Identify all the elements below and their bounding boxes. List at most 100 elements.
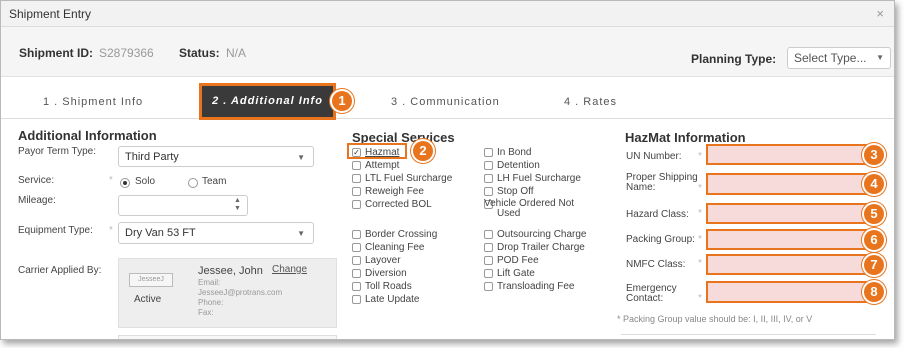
checkbox-icon [352, 187, 361, 196]
checkbox-label: Diversion [365, 268, 407, 279]
special-services-col2b: Outsourcing Charge Drop Trailer Charge P… [484, 228, 587, 293]
un-number-input[interactable]: 3 [706, 144, 884, 165]
required-marker: * [698, 183, 702, 194]
mileage-input[interactable] [118, 195, 248, 216]
checkbox-pod-fee[interactable]: POD Fee [484, 254, 587, 267]
payor-term-label: Payor Term Type: [18, 146, 96, 157]
tab-additional-info[interactable]: 2 . Additional Info [199, 83, 336, 120]
proper-shipping-name-label: Proper Shipping Name: [626, 172, 698, 193]
chevron-down-icon: ▼ [876, 53, 884, 62]
checkbox-label: POD Fee [497, 255, 539, 266]
tab-rates[interactable]: 4 . Rates [564, 96, 617, 108]
divider [621, 334, 876, 335]
tab-communication[interactable]: 3 . Communication [391, 96, 500, 108]
callout-badge-8: 8 [864, 282, 884, 302]
checkbox-icon [484, 161, 493, 170]
checkbox-icon [352, 161, 361, 170]
radio-team[interactable] [188, 175, 198, 193]
checkbox-toll-roads[interactable]: Toll Roads [352, 280, 437, 293]
service-solo-label: Solo [135, 176, 156, 187]
next-carrier-card [118, 335, 337, 339]
status-value: N/A [226, 46, 247, 60]
checkbox-in-bond[interactable]: In Bond [484, 146, 594, 159]
payor-term-select[interactable]: Third Party ▼ [118, 146, 314, 167]
tab-shipment-info[interactable]: 1 . Shipment Info [43, 96, 143, 108]
checkbox-diversion[interactable]: Diversion [352, 267, 437, 280]
checkbox-label: In Bond [497, 147, 532, 158]
checkbox-checked-icon: ✓ [352, 148, 361, 157]
planning-type-select[interactable]: Select Type... ▼ [787, 47, 891, 69]
checkbox-icon [352, 200, 361, 209]
packing-group-input[interactable]: 6 [706, 229, 884, 250]
checkbox-icon [484, 256, 493, 265]
required-marker: * [698, 208, 702, 219]
equipment-type-select[interactable]: Dry Van 53 FT ▼ [118, 222, 314, 244]
shipment-id-value: S2879366 [99, 46, 154, 60]
checkbox-label: Vehicle Ordered Not Used [484, 198, 575, 219]
un-number-label: UN Number: [626, 151, 682, 162]
checkbox-label: Outsourcing Charge [497, 229, 587, 240]
checkbox-outsourcing[interactable]: Outsourcing Charge [484, 228, 587, 241]
checkbox-drop-trailer[interactable]: Drop Trailer Charge [484, 241, 587, 254]
hazard-class-input[interactable]: 5 [706, 203, 884, 224]
checkbox-label: Detention [497, 160, 540, 171]
checkbox-layover[interactable]: Layover [352, 254, 437, 267]
payor-term-value: Third Party [125, 151, 179, 163]
checkbox-lift-gate[interactable]: Lift Gate [484, 267, 587, 280]
packing-group-note: * Packing Group value should be: I, II, … [617, 314, 813, 324]
checkbox-label: Toll Roads [365, 281, 412, 292]
checkbox-detention[interactable]: Detention [484, 159, 594, 172]
special-services-col2: In Bond Detention LH Fuel Surcharge Stop… [484, 146, 594, 219]
carrier-name: Jessee, John [198, 265, 263, 277]
phone-label: Phone: [198, 298, 224, 307]
proper-shipping-name-input[interactable]: 4 [706, 173, 884, 195]
checkbox-attempt[interactable]: Attempt [352, 159, 452, 172]
checkbox-label: LTL Fuel Surcharge [365, 173, 453, 184]
special-services-col1: ✓ Hazmat Attempt LTL Fuel Surcharge Rewei… [352, 146, 452, 211]
checkbox-late-update[interactable]: Late Update [352, 293, 437, 306]
callout-badge-6: 6 [864, 230, 884, 250]
checkbox-label: Cleaning Fee [365, 242, 425, 253]
service-label: Service: [18, 175, 55, 186]
checkbox-label: Border Crossing [365, 229, 438, 240]
nmfc-class-input[interactable]: 7 [706, 254, 884, 275]
checkbox-cleaning-fee[interactable]: Cleaning Fee [352, 241, 437, 254]
checkbox-icon [352, 295, 361, 304]
checkbox-border-crossing[interactable]: Border Crossing [352, 228, 437, 241]
service-team-label: Team [202, 176, 227, 187]
checkbox-icon [352, 243, 361, 252]
checkbox-corrected-bol[interactable]: Corrected BOL [352, 198, 452, 211]
radio-selected-icon [120, 178, 130, 188]
checkbox-icon [484, 282, 493, 291]
checkbox-icon [484, 174, 493, 183]
required-marker: * [109, 225, 113, 236]
packing-group-label: Packing Group: [626, 234, 695, 245]
callout-badge-1: 1 [332, 91, 352, 111]
callout-badge-3: 3 [864, 145, 884, 165]
additional-info-heading: Additional Information [18, 128, 157, 143]
checkbox-vehicle-ordered[interactable]: Vehicle Ordered Not Used [484, 199, 594, 219]
checkbox-transloading[interactable]: Transloading Fee [484, 280, 587, 293]
checkbox-ltl-fuel[interactable]: LTL Fuel Surcharge [352, 172, 452, 185]
change-link[interactable]: Change [272, 264, 307, 275]
checkbox-icon [352, 230, 361, 239]
checkbox-stop-off[interactable]: Stop Off [484, 185, 594, 198]
checkbox-label: Corrected BOL [365, 199, 432, 210]
radio-unselected-icon [188, 178, 198, 188]
equipment-type-label: Equipment Type: [18, 225, 93, 236]
number-stepper-icon[interactable]: ▲ ▼ [234, 197, 241, 213]
required-marker: * [698, 258, 702, 269]
checkbox-icon [352, 174, 361, 183]
checkbox-label: Attempt [365, 160, 400, 171]
carrier-applied-label: Carrier Applied By: [18, 265, 102, 276]
shipment-id-label: Shipment ID: [19, 46, 93, 60]
equipment-type-value: Dry Van 53 FT [125, 227, 196, 239]
checkbox-reweigh[interactable]: Reweigh Fee [352, 185, 452, 198]
radio-solo[interactable] [120, 175, 130, 193]
close-icon[interactable]: × [876, 6, 884, 21]
carrier-status: Active [134, 294, 162, 305]
emergency-contact-input[interactable]: 8 [706, 281, 884, 303]
checkbox-lh-fuel[interactable]: LH Fuel Surcharge [484, 172, 594, 185]
checkbox-hazmat[interactable]: ✓ Hazmat [352, 146, 452, 159]
emergency-contact-label: Emergency Contact: [626, 283, 677, 304]
